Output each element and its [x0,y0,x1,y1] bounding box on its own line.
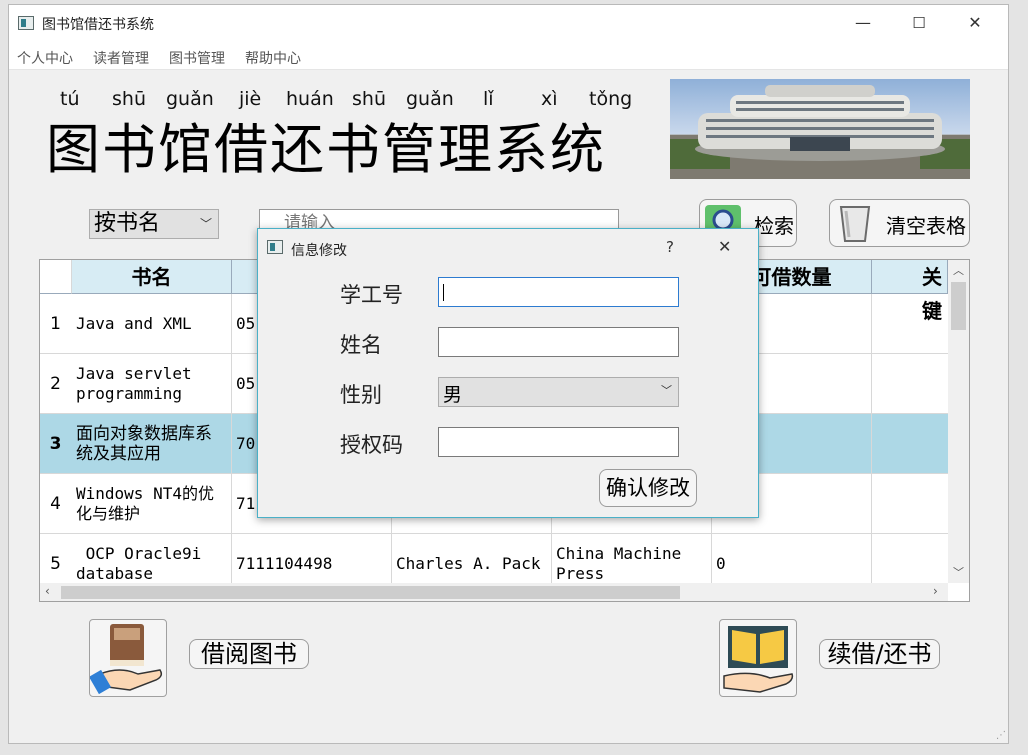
renew-return-button[interactable]: 续借/还书 [819,639,940,669]
student-id-label: 学工号 [340,283,403,307]
scroll-down-icon[interactable]: ﹀ [953,564,964,580]
clear-table-button[interactable]: 清空表格 [829,199,970,247]
table-horizontal-scrollbar[interactable]: ‹ › [40,583,948,601]
window-title: 图书馆借还书系统 [42,17,154,33]
system-title: 图书馆借还书管理系统 [46,118,606,181]
cell-title: 面向对象数据库系统及其应用 [72,414,232,474]
minimize-button[interactable]: — [840,5,886,41]
chevron-down-icon: ﹀ [661,384,672,397]
menu-personal-center[interactable]: 个人中心 [17,48,73,68]
scroll-right-icon[interactable]: › [933,584,938,598]
menu-help-center[interactable]: 帮助中心 [245,48,301,68]
borrow-book-icon-button[interactable] [88,619,167,697]
maximize-button[interactable]: ☐ [896,5,942,41]
search-mode-select[interactable]: 按书名 ﹀ [89,209,219,239]
cell-keyword [872,354,948,414]
renew-return-icon-button[interactable] [719,619,797,697]
text-cursor [443,284,444,301]
chevron-down-icon: ﹀ [199,217,212,231]
row-number: 1 [50,314,61,334]
borrow-book-button[interactable]: 借阅图书 [189,639,309,669]
auth-code-input[interactable] [438,427,679,457]
edit-info-dialog: 信息修改 ? ✕ 学工号 姓名 性别 男 ﹀ 授权码 确认修改 [257,228,759,518]
app-icon [18,16,34,30]
row-number: 5 [50,554,61,574]
column-header-keyword[interactable]: 关键 [872,260,948,323]
cell-keyword [872,414,948,474]
library-building-image [670,79,970,179]
table-corner [40,260,72,294]
row-number: 2 [50,374,61,394]
title-bar: 图书馆借还书系统 — ☐ ✕ [9,5,1008,41]
name-input[interactable] [438,327,679,357]
table-vertical-scrollbar[interactable]: ︿ ﹀ [948,260,969,583]
resize-grip-icon[interactable]: ⋰ [996,730,1006,741]
cell-keyword [872,474,948,534]
row-number: 3 [49,434,62,454]
dialog-title: 信息修改 [291,243,347,259]
cell-title: Java and XML [72,294,232,354]
cell-keyword [872,294,948,354]
column-header-title[interactable]: 书名 [72,260,232,294]
scroll-left-icon[interactable]: ‹ [45,584,50,598]
gender-label: 性别 [340,383,382,407]
vertical-scroll-thumb[interactable] [951,282,966,330]
cell-title: Windows NT4的优化与维护 [72,474,232,534]
name-label: 姓名 [340,333,382,357]
gender-select[interactable]: 男 ﹀ [438,377,679,407]
menu-reader-management[interactable]: 读者管理 [93,48,149,68]
dialog-close-button[interactable]: ✕ [718,237,731,256]
horizontal-scroll-thumb[interactable] [61,586,680,599]
menu-bar: 个人中心 读者管理 图书管理 帮助中心 [9,41,1008,70]
help-button[interactable]: ? [666,238,674,256]
trash-icon [839,206,871,242]
search-mode-value: 按书名 [94,211,161,236]
cell-title: Java servlet programming [72,354,232,414]
confirm-edit-button[interactable]: 确认修改 [599,469,697,507]
scroll-up-icon[interactable]: ︿ [953,262,964,278]
row-number: 4 [50,494,61,514]
open-book-hand-icon [723,626,794,693]
gender-value: 男 [443,384,463,406]
auth-code-label: 授权码 [340,433,403,457]
clear-table-button-label: 清空表格 [886,214,966,238]
menu-book-management[interactable]: 图书管理 [169,48,225,68]
student-id-input[interactable] [438,277,679,307]
close-button[interactable]: ✕ [952,5,998,41]
search-button-label: 检索 [754,214,794,238]
book-in-hand-icon [88,624,163,695]
dialog-app-icon [267,240,283,254]
